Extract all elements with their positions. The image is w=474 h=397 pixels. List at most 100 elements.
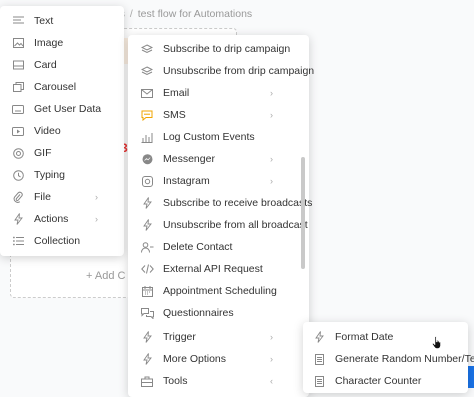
- document-icon: [312, 374, 326, 388]
- menu-item-generate-random[interactable]: Generate Random Number/Text: [303, 348, 474, 370]
- menu-item-label: Appointment Scheduling: [163, 285, 277, 297]
- menu-item-label: SMS: [163, 109, 186, 121]
- content-type-menu: Text Image Card Carousel Get User Data V…: [0, 6, 124, 256]
- lightning-icon: [11, 212, 25, 226]
- menu-item-gif[interactable]: GIF: [0, 142, 124, 164]
- menu-item-delete-contact[interactable]: Delete Contact: [128, 236, 309, 258]
- menu-item-label: GIF: [34, 147, 52, 159]
- email-icon: [140, 86, 154, 100]
- chevron-right-icon: ›: [95, 214, 98, 224]
- menu-item-file[interactable]: File ›: [0, 186, 124, 208]
- bar-chart-icon: [140, 130, 154, 144]
- menu-item-label: Tools: [163, 375, 188, 387]
- chevron-right-icon: ›: [270, 154, 273, 164]
- menu-item-label: Get User Data: [34, 103, 102, 115]
- document-icon: [312, 352, 326, 366]
- menu-item-label: Character Counter: [335, 375, 422, 387]
- plus-icon: +: [86, 270, 93, 282]
- instagram-icon: [140, 174, 154, 188]
- breadcrumb: ws/test flow for Automations: [112, 8, 252, 20]
- primary-button-edge[interactable]: [467, 366, 474, 388]
- layers-icon: [140, 42, 154, 56]
- menu-item-label: Email: [163, 87, 190, 99]
- menu-item-label: Carousel: [34, 81, 77, 93]
- menu-item-external-api[interactable]: External API Request: [128, 258, 309, 280]
- image-icon: [11, 36, 25, 50]
- user-minus-icon: [140, 240, 154, 254]
- chat-bubbles-icon: [140, 306, 154, 320]
- menu-item-label: More Options: [163, 353, 227, 365]
- video-icon: [11, 124, 25, 138]
- breadcrumb-separator: /: [129, 8, 133, 20]
- menu-item-unsubscribe-drip[interactable]: Unsubscribe from drip campaign: [128, 60, 314, 82]
- sms-icon: [140, 108, 154, 122]
- menu-item-label: File: [34, 191, 51, 203]
- tools-submenu: Format Date Generate Random Number/Text …: [303, 322, 474, 393]
- menu-item-questionnaires[interactable]: Questionnaires: [128, 302, 309, 324]
- menu-item-text[interactable]: Text: [0, 10, 124, 32]
- menu-item-label: Instagram: [163, 175, 210, 187]
- clock-icon: [11, 168, 25, 182]
- menu-item-label: Questionnaires: [163, 307, 234, 319]
- add-content-button[interactable]: + Add C: [86, 270, 125, 282]
- menu-item-actions[interactable]: Actions ›: [0, 208, 124, 230]
- menu-scrollbar[interactable]: [301, 157, 305, 269]
- menu-item-character-counter[interactable]: Character Counter: [303, 370, 468, 392]
- menu-item-video[interactable]: Video: [0, 120, 124, 142]
- menu-item-label: Messenger: [163, 153, 215, 165]
- menu-item-sms[interactable]: SMS ›: [128, 104, 309, 126]
- add-content-label: Add C: [94, 270, 126, 282]
- menu-item-card[interactable]: Card: [0, 54, 124, 76]
- menu-item-email[interactable]: Email ›: [128, 82, 309, 104]
- menu-item-label: Actions: [34, 213, 69, 225]
- menu-item-label: Typing: [34, 169, 65, 181]
- actions-submenu: Subscribe to drip campaign Unsubscribe f…: [128, 35, 314, 397]
- card-icon: [11, 58, 25, 72]
- menu-item-appointment-scheduling[interactable]: Appointment Scheduling: [128, 280, 309, 302]
- chevron-right-icon: ›: [270, 354, 273, 364]
- menu-item-label: Delete Contact: [163, 241, 233, 253]
- menu-item-get-user-data[interactable]: Get User Data: [0, 98, 124, 120]
- menu-item-log-custom-events[interactable]: Log Custom Events: [128, 126, 309, 148]
- menu-item-label: Unsubscribe from drip campaign: [163, 65, 315, 77]
- menu-item-label: Generate Random Number/Text: [335, 353, 474, 365]
- menu-item-trigger[interactable]: Trigger ›: [128, 326, 309, 348]
- menu-item-more-options[interactable]: More Options ›: [128, 348, 309, 370]
- menu-item-collection[interactable]: Collection: [0, 230, 124, 252]
- menu-item-label: Trigger: [163, 331, 196, 343]
- keyboard-icon: [11, 102, 25, 116]
- paperclip-icon: [11, 190, 25, 204]
- menu-item-typing[interactable]: Typing: [0, 164, 124, 186]
- list-icon: [11, 234, 25, 248]
- chevron-right-icon: ›: [270, 110, 273, 120]
- menu-item-carousel[interactable]: Carousel: [0, 76, 124, 98]
- hand-cursor-icon: [432, 336, 441, 349]
- gif-icon: [11, 146, 25, 160]
- menu-item-label: Image: [34, 37, 64, 49]
- messenger-icon: [140, 152, 154, 166]
- layers-icon: [140, 64, 154, 78]
- menu-item-label: Video: [34, 125, 61, 137]
- menu-item-subscribe-drip[interactable]: Subscribe to drip campaign: [128, 38, 309, 60]
- lightning-icon: [140, 330, 154, 344]
- menu-item-tools[interactable]: Tools ‹: [128, 370, 309, 392]
- breadcrumb-current: test flow for Automations: [137, 8, 253, 20]
- chevron-right-icon: ›: [95, 192, 98, 202]
- chevron-left-icon: ‹: [270, 376, 273, 386]
- chevron-right-icon: ›: [270, 332, 273, 342]
- chevron-right-icon: ›: [270, 176, 273, 186]
- menu-item-label: Unsubscribe from all broadcast: [163, 219, 308, 231]
- menu-item-label: Subscribe to receive broadcasts: [163, 197, 313, 209]
- chevron-right-icon: ›: [270, 88, 273, 98]
- text-lines-icon: [11, 14, 25, 28]
- toolbox-icon: [140, 374, 154, 388]
- menu-item-label: External API Request: [163, 263, 263, 275]
- menu-item-messenger[interactable]: Messenger ›: [128, 148, 309, 170]
- lightning-icon: [140, 218, 154, 232]
- lightning-icon: [312, 330, 326, 344]
- menu-item-instagram[interactable]: Instagram ›: [128, 170, 309, 192]
- menu-item-subscribe-broadcasts[interactable]: Subscribe to receive broadcasts: [128, 192, 313, 214]
- menu-item-format-date[interactable]: Format Date: [303, 326, 468, 348]
- menu-item-image[interactable]: Image: [0, 32, 124, 54]
- menu-item-unsubscribe-broadcast[interactable]: Unsubscribe from all broadcast: [128, 214, 309, 236]
